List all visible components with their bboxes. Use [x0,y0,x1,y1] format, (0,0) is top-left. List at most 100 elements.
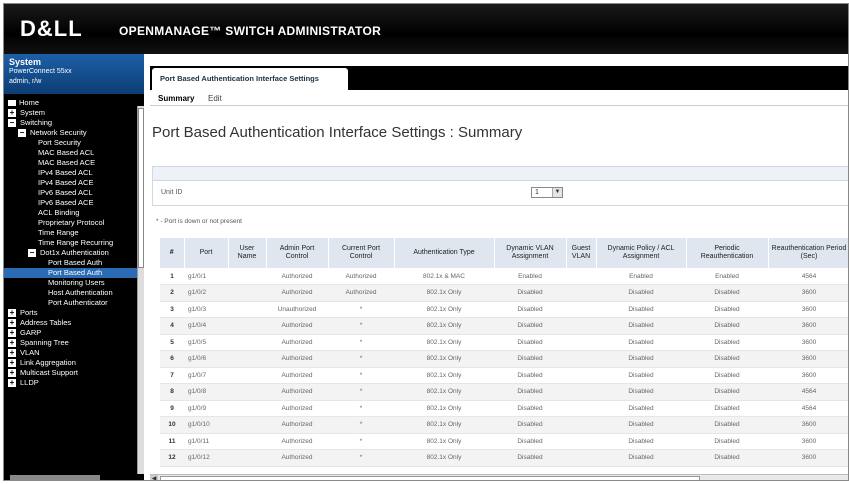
expand-icon[interactable]: + [8,339,16,348]
nav-item[interactable]: + System [4,108,144,118]
table-row[interactable]: 11 g1/0/11 Authorized * 802.1x Only Disabled D… [160,433,848,450]
table-row[interactable]: 2 g1/0/2 Authorized Authorized 802.1x Only Di… [160,284,848,302]
nav-item[interactable]: + Multicast Support [4,368,144,378]
nav-item[interactable]: + Link Aggregation [4,358,144,368]
table-cell: Authorized [328,284,394,302]
nav-item[interactable]: Host Authentication [4,288,144,298]
table-row[interactable]: 6 g1/0/6 Authorized * 802.1x Only Disabled Dis… [160,350,848,368]
expand-icon[interactable]: + [8,369,16,378]
collapse-icon[interactable]: − [28,249,36,258]
nav-item-label: GARP [20,328,42,337]
column-header[interactable]: Reauthentication Period (Sec) [768,238,848,268]
table-cell: Enabled [494,268,566,285]
expand-icon[interactable]: + [8,319,16,328]
table-row[interactable]: 7 g1/0/7 Authorized * 802.1x Only Disabled Dis… [160,367,848,384]
table-cell [228,383,266,401]
column-header[interactable]: Port [184,238,229,268]
nav-item[interactable]: Port Based Auth [4,258,144,268]
nav-item[interactable]: Port Security [4,138,144,148]
chevron-down-icon[interactable]: ▼ [552,188,562,197]
table-cell: Disabled [686,284,768,302]
nav-item[interactable]: Time Range Recurring [4,238,144,248]
nav-item[interactable]: IPv4 Based ACL [4,168,144,178]
nav-item[interactable]: + VLAN [4,348,144,358]
expand-icon[interactable]: + [8,349,16,358]
main-hscroll-thumb[interactable] [160,476,700,480]
nav-item[interactable]: MAC Based ACL [4,148,144,158]
nav-item[interactable]: IPv6 Based ACL [4,188,144,198]
table-cell: Authorized [266,350,328,368]
table-row[interactable]: 4 g1/0/4 Authorized * 802.1x Only Disabled Dis… [160,317,848,335]
tab-port-based-auth-settings[interactable]: Port Based Authentication Interface Sett… [152,68,348,90]
subtab-edit[interactable]: Edit [208,94,222,103]
table-cell: 3600 [768,317,848,335]
nav-item[interactable]: IPv4 Based ACE [4,178,144,188]
column-header[interactable]: Current Port Control [328,238,395,268]
nav-horizontal-scrollbar[interactable] [4,474,144,480]
column-header[interactable]: Authentication Type [394,238,495,268]
table-cell: Disabled [686,383,768,401]
table-row[interactable]: 9 g1/0/9 Authorized * 802.1x Only Disabled Dis… [160,400,848,417]
table-row[interactable]: 8 g1/0/8 Authorized * 802.1x Only Disabled Dis… [160,383,848,401]
nav-item[interactable]: − Switching [4,118,144,128]
nav-item[interactable]: Proprietary Protocol [4,218,144,228]
unit-id-select[interactable]: 1 ▼ [531,187,563,198]
column-header[interactable]: User Name [228,238,267,268]
nav-item-label: Multicast Support [20,368,78,377]
nav-item[interactable]: + Spanning Tree [4,338,144,348]
table-cell: 3600 [768,301,848,318]
nav-item-label: System [20,108,46,117]
nav-item[interactable]: MAC Based ACE [4,158,144,168]
nav-item[interactable]: Monitoring Users [4,278,144,288]
table-cell: 3 [160,301,184,318]
nav-item[interactable]: − Dot1x Authentication [4,248,144,258]
expand-icon[interactable]: + [8,109,16,118]
table-cell: 3600 [768,367,848,384]
table-cell: 3600 [768,350,848,368]
subtab-summary[interactable]: Summary [158,94,194,103]
expand-icon[interactable]: + [8,329,16,338]
nav-item[interactable]: ACL Binding [4,208,144,218]
nav-item[interactable]: Time Range [4,228,144,238]
table-row[interactable]: 3 g1/0/3 Unauthorized * 802.1x Only Disabled D… [160,301,848,318]
column-header[interactable]: Dynamic Policy / ACL Assignment [596,238,687,268]
table-cell: Disabled [596,317,686,335]
table-cell: 802.1x Only [394,400,494,417]
nav-item[interactable]: + Address Tables [4,318,144,328]
expand-icon[interactable]: + [8,359,16,368]
table-cell: 6 [160,350,184,368]
nav-item[interactable]: IPv6 Based ACE [4,198,144,208]
table-row[interactable]: 12 g1/0/12 Authorized * 802.1x Only Disabled D… [160,449,848,467]
expand-icon[interactable]: + [8,379,16,388]
table-cell: Disabled [596,284,686,302]
nav-item[interactable]: + GARP [4,328,144,338]
expand-icon[interactable]: + [8,309,16,318]
nav-hscroll-thumb[interactable] [10,475,100,480]
nav-tree: Home + System − Switching − Network Security Po… [4,94,144,388]
table-cell: Disabled [596,416,686,434]
column-header[interactable]: Admin Port Control [266,238,329,268]
table-cell: * [328,350,394,368]
nav-scroll-thumb[interactable] [138,108,144,268]
scroll-left-icon[interactable]: ◀ [150,475,158,480]
system-header[interactable]: System PowerConnect 55xx admin, r/w [4,54,144,94]
nav-item[interactable]: Port Based Auth [4,268,144,278]
nav-item[interactable]: + Ports [4,308,144,318]
nav-item[interactable]: − Network Security [4,128,144,138]
nav-vertical-scrollbar[interactable] [137,106,144,476]
column-header[interactable]: Periodic Reauthentication [686,238,769,268]
collapse-icon[interactable]: − [8,119,16,128]
table-cell: * [328,433,394,450]
table-row[interactable]: 5 g1/0/5 Authorized * 802.1x Only Disabled Dis… [160,334,848,351]
collapse-icon[interactable]: − [18,129,26,138]
main-horizontal-scrollbar[interactable]: ◀ [150,474,848,480]
table-row[interactable]: 1 g1/0/1 Authorized Authorized 802.1x & MAC E… [160,268,848,285]
nav-item[interactable]: + LLDP [4,378,144,388]
column-header[interactable]: Dynamic VLAN Assignment [494,238,567,268]
nav-item[interactable]: Port Authenticator [4,298,144,308]
column-header[interactable]: # [160,238,185,268]
unit-id-value: 1 [535,189,539,196]
column-header[interactable]: Guest VLAN [566,238,597,268]
nav-item[interactable]: Home [4,98,144,108]
table-row[interactable]: 10 g1/0/10 Authorized * 802.1x Only Disabled D… [160,416,848,434]
